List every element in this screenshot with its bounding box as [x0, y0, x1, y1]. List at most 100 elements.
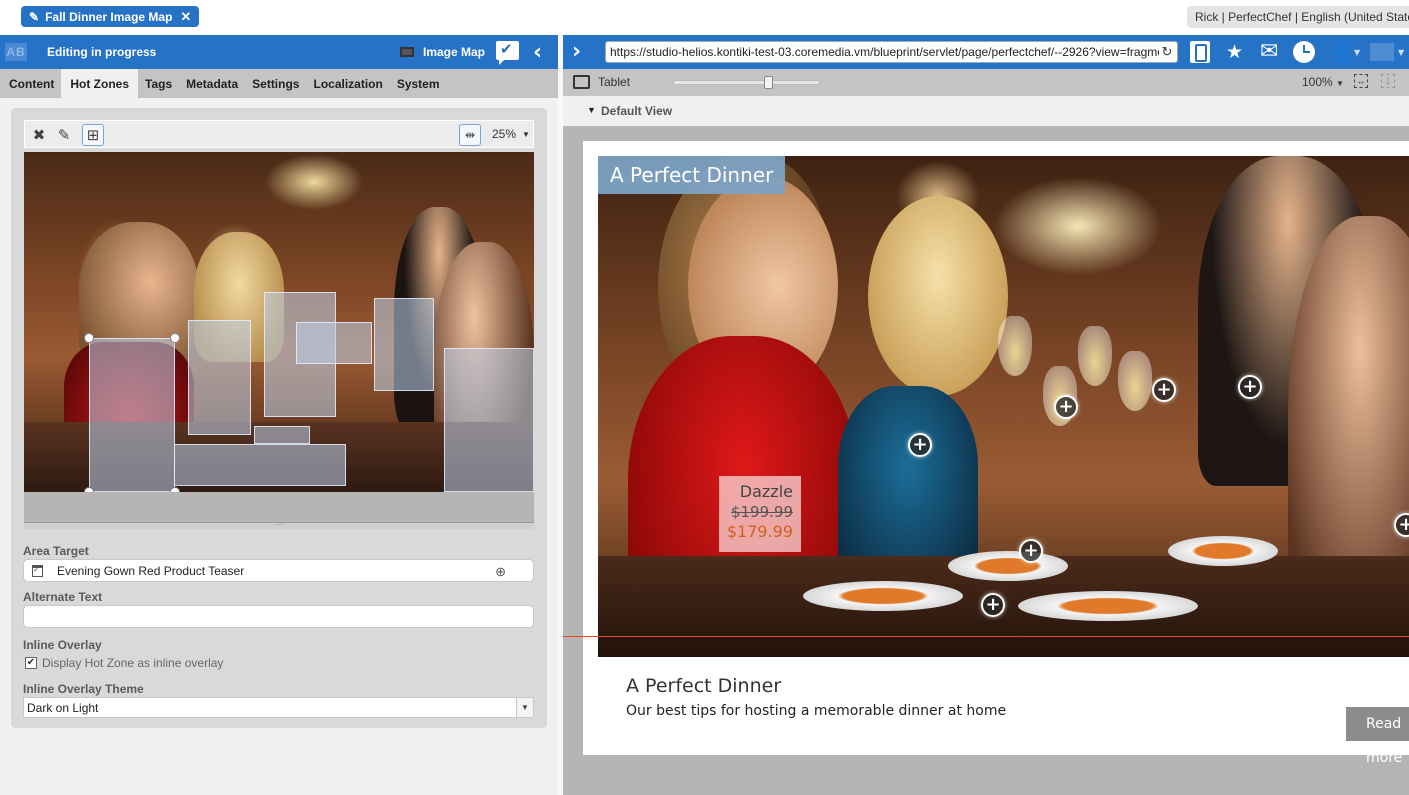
hot-zone[interactable] [174, 444, 346, 486]
image-toolbar: ✖ ✎ ⊞ ⇹ 25% ▼ [24, 120, 534, 148]
alternate-text-field[interactable] [23, 605, 534, 628]
dinner-photo [598, 156, 1409, 657]
tablet-icon [573, 75, 590, 89]
area-target-field[interactable]: Evening Gown Red Product Teaser ⊕ [23, 559, 534, 582]
chevron-down-icon: ▼ [522, 130, 530, 140]
clock-icon[interactable] [1293, 41, 1315, 63]
document-tab[interactable]: ✎ Fall Dinner Image Map ✕ [21, 6, 200, 27]
hot-zone[interactable] [296, 322, 372, 364]
overlay-theme-select[interactable]: Dark on Light ▼ [23, 697, 534, 718]
preview-header: › https://studio-helios.kontiki-test-03.… [563, 35, 1409, 69]
hotspot-plus-icon[interactable]: + [1152, 378, 1176, 402]
top-bar: ✎ Fall Dinner Image Map ✕ Rick | Perfect… [0, 0, 1409, 35]
photo-glass [1078, 326, 1112, 386]
alternate-text-label: Alternate Text [23, 590, 103, 604]
hot-zone-image-canvas[interactable] [24, 152, 534, 492]
approve-button[interactable]: ✔ [496, 40, 519, 65]
tab-metadata[interactable]: Metadata [179, 69, 245, 98]
star-icon[interactable]: ★ [1226, 41, 1243, 63]
fold-marker-line [563, 636, 1409, 637]
preview-url-field[interactable]: https://studio-helios.kontiki-test-03.co… [605, 41, 1178, 63]
preview-url: https://studio-helios.kontiki-test-03.co… [610, 45, 1174, 59]
read-more-button[interactable]: Read more [1346, 707, 1409, 766]
preview-page: A Perfect Dinner + + + + + + + Dazzle $1… [583, 141, 1409, 766]
photo-glass [1118, 351, 1152, 411]
device-label: Tablet [598, 75, 631, 89]
resize-grip[interactable]: ···· [24, 522, 534, 529]
hotspot-plus-icon[interactable]: + [1054, 395, 1078, 419]
device-preview-icon[interactable] [1190, 41, 1210, 63]
view-selector[interactable]: ▼ Default View [563, 96, 1409, 126]
user-info[interactable]: Rick | PerfectChef | English (United Sta… [1187, 6, 1409, 28]
teaser-text: Our best tips for hosting a memorable di… [626, 703, 1007, 719]
hot-zone[interactable] [254, 426, 310, 444]
inline-overlay-checkbox-label: Display Hot Zone as inline overlay [42, 656, 224, 670]
overlay-old-price: $199.99 [730, 503, 793, 521]
overlay-theme-value: Dark on Light [27, 700, 99, 715]
fit-width-icon[interactable]: ⇹ [459, 124, 481, 146]
hot-zone[interactable] [374, 298, 434, 391]
photo-plate [1018, 591, 1198, 621]
collapse-panel-icon[interactable]: ‹ [533, 40, 542, 65]
tab-localization[interactable]: Localization [306, 69, 389, 98]
hot-zones-panel: ✖ ✎ ⊞ ⇹ 25% ▼ ···· Area Target ✓ Evening… [11, 108, 547, 728]
hotspot-plus-icon[interactable]: + [981, 593, 1005, 617]
inline-overlay-checkbox[interactable]: ✔ [25, 657, 37, 669]
photo-glass [998, 316, 1032, 376]
mail-icon[interactable]: ✉ [1260, 41, 1278, 63]
actual-size-icon[interactable]: 1 [1381, 74, 1395, 88]
overlay-product-name: Dazzle [739, 482, 793, 501]
tab-content[interactable]: Content [2, 69, 61, 98]
add-zone-icon[interactable]: ⊞ [82, 124, 104, 146]
fit-width-icon[interactable]: ↔ [1354, 74, 1368, 88]
image-map-icon [400, 47, 414, 57]
hotspot-plus-icon[interactable]: + [1238, 375, 1262, 399]
device-slider[interactable] [673, 76, 820, 89]
view-label: Default View [601, 104, 673, 118]
analytics-icon[interactable] [1370, 43, 1394, 61]
canvas-empty-area [24, 492, 534, 523]
close-icon[interactable]: ✕ [180, 9, 191, 25]
preview-zoom-select[interactable]: 100% ▼ [1302, 75, 1344, 89]
slider-thumb[interactable] [763, 76, 773, 89]
chevron-down-icon[interactable]: ▼ [1354, 48, 1360, 57]
tab-hot-zones[interactable]: Hot Zones [61, 69, 138, 98]
hot-zone[interactable] [444, 348, 534, 492]
hot-zone[interactable] [188, 320, 251, 435]
alternate-text-input[interactable] [24, 606, 533, 627]
editing-status: Editing in progress [47, 45, 157, 59]
chevron-down-icon: ▼ [1336, 79, 1344, 88]
reload-icon[interactable]: ↻ [1159, 44, 1175, 60]
area-target-label: Area Target [23, 544, 89, 558]
product-overlay[interactable]: Dazzle $199.99 $179.99 [719, 476, 801, 552]
photo-plate [1168, 536, 1278, 566]
tab-settings[interactable]: Settings [245, 69, 306, 98]
hotspot-plus-icon[interactable]: + [1019, 539, 1043, 563]
preview-toolbar: Tablet 100% ▼ ↔ 1 [563, 69, 1409, 96]
edit-zone-icon[interactable]: ✎ [53, 124, 75, 146]
document-type-badge-icon: AB [5, 43, 27, 61]
expand-panel-icon[interactable]: › [572, 39, 581, 64]
chevron-down-icon[interactable]: ▼ [516, 698, 533, 717]
document-type-label: Image Map [423, 45, 486, 59]
expand-triangle-icon: ▼ [587, 105, 596, 115]
hotspot-plus-icon[interactable]: + [908, 433, 932, 457]
hero-image: A Perfect Dinner + + + + + + + Dazzle $1… [598, 156, 1409, 657]
resize-handle[interactable] [170, 333, 180, 343]
photo-plate [948, 551, 1068, 581]
user-icon[interactable]: 👤 [1331, 41, 1355, 63]
globe-icon[interactable]: ⊕ [495, 564, 506, 580]
editor-panel: AB Editing in progress Image Map ✔ ‹ Con… [0, 35, 558, 795]
resize-handle[interactable] [84, 333, 94, 343]
zoom-select[interactable]: 25% ▼ [492, 127, 530, 141]
pencil-icon: ✎ [29, 9, 40, 24]
delete-zone-icon[interactable]: ✖ [28, 124, 50, 146]
hot-zone-selected[interactable] [89, 338, 175, 492]
tab-system[interactable]: System [390, 69, 447, 98]
inline-overlay-option[interactable]: ✔ Display Hot Zone as inline overlay [25, 656, 223, 670]
check-icon: ✔ [500, 40, 513, 58]
chevron-down-icon[interactable]: ▼ [1398, 48, 1404, 57]
tab-tags[interactable]: Tags [138, 69, 179, 98]
editor-header: AB Editing in progress Image Map ✔ ‹ [0, 35, 558, 69]
inline-overlay-label: Inline Overlay [23, 638, 102, 652]
